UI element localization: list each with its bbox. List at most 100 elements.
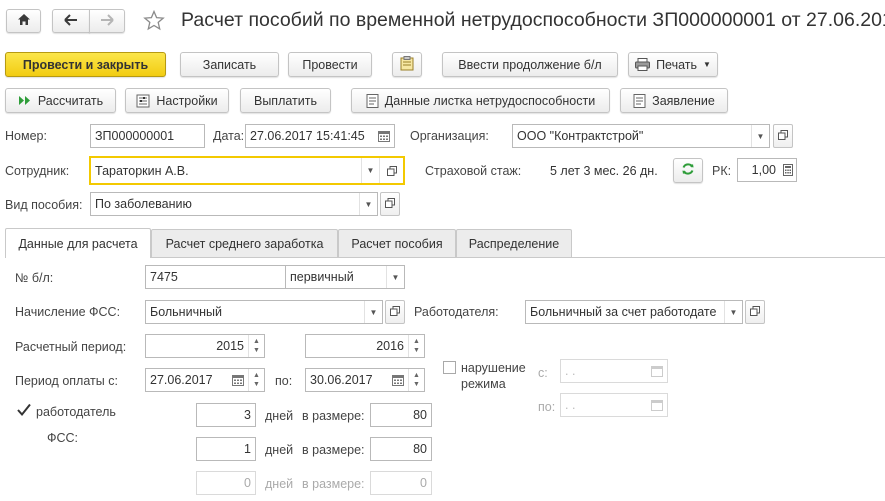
fss-accrual-value: Больничный [150,305,222,319]
violation-checkbox[interactable] [443,361,456,374]
employer-label: Работодателя: [414,305,499,319]
calendar-icon[interactable] [647,360,667,382]
notes-button[interactable] [392,52,422,77]
print-button[interactable]: Печать ▼ [628,52,718,77]
pay-to-label: по: [275,374,293,388]
open-window-icon[interactable] [379,158,403,183]
calendar-icon[interactable] [388,369,408,391]
open-window-icon [385,197,395,211]
days-label-2: дней [265,443,294,457]
back-button[interactable] [52,9,90,33]
insurance-value: 5 лет 3 мес. 26 дн. [550,164,658,178]
settings-button[interactable]: Настройки [125,88,229,113]
in-amount-label-1: в размере: [302,409,365,423]
chevron-down-icon[interactable]: ▼ [751,125,769,147]
sl-number-field[interactable]: 7475 [145,265,300,289]
pct-field-3[interactable]: 0 [370,471,432,495]
employer-field[interactable]: Больничный за счет работодате ▼ [525,300,743,324]
violation-from-field[interactable]: . . [560,359,668,383]
document-icon [366,93,379,108]
violation-to-value: . . [565,398,576,412]
post-and-close-button[interactable]: Провести и закрыть [5,52,166,77]
calc-period-to-value: 2016 [376,339,404,353]
calc-period-label: Расчетный период: [15,340,127,354]
home-button[interactable] [6,9,41,33]
calc-period-from-value: 2015 [216,339,244,353]
benefit-type-open-button[interactable] [380,192,400,216]
tab-benefit-calc[interactable]: Расчет пособия [338,229,456,257]
employer-checkbox[interactable] [16,402,32,418]
save-button[interactable]: Записать [180,52,279,77]
days-field-3[interactable]: 0 [196,471,256,495]
double-arrow-right-icon [18,95,32,106]
chevron-down-icon[interactable]: ▼ [364,301,382,323]
chevron-down-icon[interactable]: ▼ [361,158,379,183]
home-icon [17,13,31,29]
arrow-right-icon [100,13,114,29]
violation-to-field[interactable]: . . [560,393,668,417]
tab-average-earnings[interactable]: Расчет среднего заработка [151,229,338,257]
rk-value: 1,00 [751,163,776,177]
sick-leave-data-label: Данные листка нетрудоспособности [384,93,596,108]
calendar-icon[interactable] [228,369,248,391]
favorite-star-icon[interactable] [143,9,165,34]
number-field[interactable]: ЗП000000001 [90,124,205,148]
days-label-1: дней [265,409,294,423]
open-window-icon [390,305,400,319]
post-button[interactable]: Провести [288,52,372,77]
calc-period-to-field[interactable]: 2016 ▲ ▼ [305,334,425,358]
rk-field[interactable]: 1,00 [737,158,797,182]
chevron-down-icon: ▼ [703,60,711,69]
violation-to-label: по: [538,400,556,414]
calendar-icon[interactable] [647,394,667,416]
settings-label: Настройки [156,93,218,108]
employer-open-button[interactable] [745,300,765,324]
spinner-icon[interactable]: ▲ ▼ [408,335,424,357]
pay-button[interactable]: Выплатить [240,88,331,113]
application-button[interactable]: Заявление [620,88,728,113]
days-value-3: 0 [244,476,251,490]
calculate-label: Рассчитать [37,93,104,108]
sl-number-label: № б/л: [15,271,54,285]
pct-field-1[interactable]: 80 [370,403,432,427]
refresh-button[interactable] [673,158,703,183]
fss-accrual-field[interactable]: Больничный ▼ [145,300,383,324]
spinner-icon[interactable]: ▲ ▼ [408,369,424,391]
fss-accrual-label: Начисление ФСС: [15,305,121,319]
calc-period-from-field[interactable]: 2015 ▲ ▼ [145,334,265,358]
days-field-1[interactable]: 3 [196,403,256,427]
pay-from-field[interactable]: 27.06.2017 ▲ ▼ [145,368,265,392]
arrow-left-icon [64,13,78,29]
pct-value-3: 0 [420,476,427,490]
organization-open-button[interactable] [773,124,793,148]
calendar-icon[interactable] [374,125,394,147]
fss-row-label: ФСС: [47,431,79,445]
tab-calc-data[interactable]: Данные для расчета [5,228,151,258]
date-field[interactable]: 27.06.2017 15:41:45 [245,124,395,148]
violation-label-1: нарушение [461,361,526,375]
sick-leave-data-button[interactable]: Данные листка нетрудоспособности [351,88,610,113]
employer-value: Больничный за счет работодате [530,305,717,319]
days-field-2[interactable]: 1 [196,437,256,461]
calculator-icon[interactable] [780,159,796,181]
calculate-button[interactable]: Рассчитать [5,88,116,113]
continue-sick-leave-button[interactable]: Ввести продолжение б/л [442,52,618,77]
fss-accrual-open-button[interactable] [385,300,405,324]
forward-button[interactable] [89,9,125,33]
chevron-down-icon[interactable]: ▼ [386,266,404,288]
benefit-type-field[interactable]: По заболеванию ▼ [90,192,378,216]
sl-kind-field[interactable]: первичный ▼ [285,265,405,289]
organization-field[interactable]: ООО "Контрактстрой" ▼ [512,124,770,148]
spinner-icon[interactable]: ▲ ▼ [248,335,264,357]
pay-to-field[interactable]: 30.06.2017 ▲ ▼ [305,368,425,392]
tab-distribution[interactable]: Распределение [456,229,572,257]
spinner-icon[interactable]: ▲ ▼ [248,369,264,391]
chevron-down-icon[interactable]: ▼ [724,301,742,323]
employer-cb-label: работодатель [36,405,116,419]
sl-number-value: 7475 [150,270,178,284]
pay-to-value: 30.06.2017 [310,373,373,387]
employee-field[interactable]: Тараторкин А.В. ▼ [89,156,405,185]
chevron-down-icon[interactable]: ▼ [359,193,377,215]
number-value: ЗП000000001 [95,129,175,143]
pct-field-2[interactable]: 80 [370,437,432,461]
